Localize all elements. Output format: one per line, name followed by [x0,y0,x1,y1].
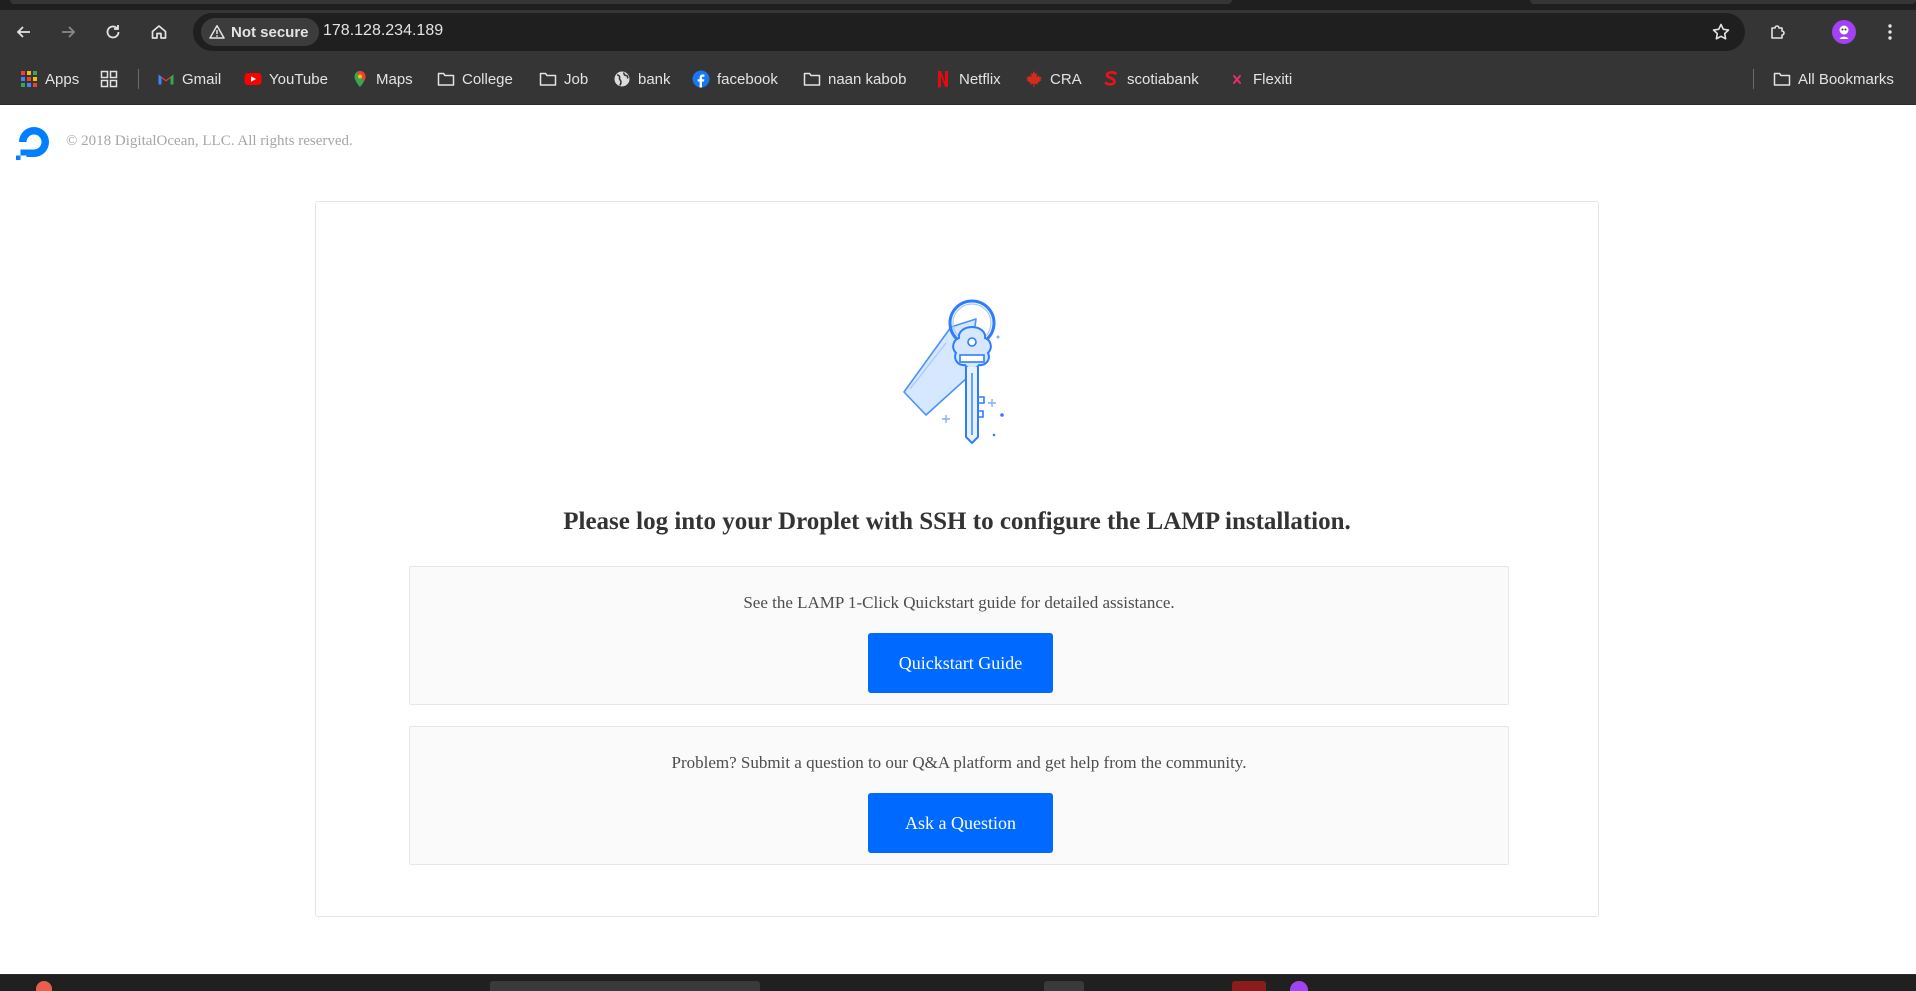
avatar-icon [1832,20,1856,44]
security-label: Not secure [231,23,309,41]
reload-icon [106,25,120,39]
bookmark-label: CRA [1050,70,1082,88]
menu-button[interactable] [1874,16,1906,48]
taskbar-active-app[interactable] [1044,981,1084,991]
bookmark-folder-naan-kabob[interactable]: naan kabob [803,65,906,93]
address-bar[interactable]: Not secure 178.128.234.189 [193,13,1745,51]
maple-leaf-icon [1026,71,1042,87]
copyright-notice: © 2018 DigitalOcean, LLC. All rights res… [66,133,353,149]
folder-icon [437,72,455,86]
apps-grid-icon [21,71,37,87]
taskbar-app-icon[interactable] [1232,981,1266,991]
active-tab[interactable] [10,0,1232,4]
bookmark-label: scotiabank [1127,70,1199,88]
bookmark-folder-job[interactable]: Job [539,65,588,93]
bookmarks-divider [138,69,139,89]
bookmark-label: facebook [717,70,778,88]
netflix-icon [938,71,948,88]
browser-toolbar: Not secure 178.128.234.189 [0,10,1916,54]
bookmark-label: Netflix [959,70,1001,88]
bookmark-bank[interactable]: bank [613,65,671,93]
bookmark-label: College [462,70,513,88]
folder-icon [803,72,821,86]
all-bookmarks-button[interactable]: All Bookmarks [1773,65,1894,93]
bookmark-flexiti[interactable]: Flexiti [1228,65,1292,93]
community-text: Problem? Submit a question to our Q&A pl… [671,753,1247,772]
home-button[interactable] [143,16,175,48]
youtube-icon [244,73,262,85]
quickstart-text: See the LAMP 1-Click Quickstart guide fo… [743,593,1175,612]
bookmark-label: Maps [376,70,413,88]
forward-button[interactable] [52,16,84,48]
globe-icon [614,71,630,87]
quickstart-guide-button[interactable]: Quickstart Guide [868,633,1053,693]
bookmark-label: Apps [45,70,80,88]
bookmark-label: bank [638,70,671,88]
security-chip[interactable]: Not secure [201,18,319,46]
arrow-left-icon [16,26,30,38]
profile-button[interactable] [1828,16,1860,48]
extensions-button[interactable] [1762,16,1794,48]
facebook-icon [692,70,710,88]
kebab-menu-icon [1888,24,1892,40]
bookmark-netflix[interactable]: Netflix [934,65,1001,93]
bookmark-label: All Bookmarks [1798,70,1894,88]
tab-groups-icon [100,70,118,88]
bookmark-facebook[interactable]: facebook [692,65,778,93]
key-tag-icon [903,299,1004,445]
bookmark-gmail[interactable]: Gmail [157,65,221,93]
bookmark-maps[interactable]: Maps [351,65,413,93]
bookmarks-bar: Apps Gmail YouTube Maps College Job bank… [0,54,1916,105]
bookmark-label: YouTube [269,70,328,88]
bookmark-cra[interactable]: CRA [1025,65,1082,93]
digitalocean-logo-icon[interactable] [15,123,53,161]
taskbar-search-box[interactable] [490,981,760,991]
tab-strip [0,0,1916,10]
os-taskbar [0,974,1916,991]
taskbar-app-icon[interactable] [36,981,52,991]
bookmark-youtube[interactable]: YouTube [244,65,328,93]
flexiti-icon [1233,75,1241,84]
bookmark-label: Job [564,70,589,88]
quickstart-panel: See the LAMP 1-Click Quickstart guide fo… [409,566,1509,705]
url-text[interactable]: 178.128.234.189 [323,22,443,40]
main-card: Please log into your Droplet with SSH to… [315,201,1599,917]
bookmark-label: naan kabob [828,70,907,88]
puzzle-icon [1771,25,1785,39]
bookmark-tab-groups[interactable] [100,65,118,93]
star-icon [1712,23,1730,40]
warning-triangle-icon [209,25,225,39]
ask-question-button[interactable]: Ask a Question [868,793,1053,853]
page-headline: Please log into your Droplet with SSH to… [563,508,1351,535]
bookmark-label: Gmail [182,70,222,88]
bookmark-label: Flexiti [1253,70,1293,88]
back-button[interactable] [8,16,40,48]
bookmark-folder-college[interactable]: College [437,65,513,93]
scotiabank-icon [1104,71,1117,86]
folder-icon [539,72,557,86]
gmail-icon [158,74,174,85]
community-panel: Problem? Submit a question to our Q&A pl… [409,726,1509,865]
bookmark-apps[interactable]: Apps [20,65,79,93]
tab[interactable] [1530,0,1916,4]
bookmark-scotiabank[interactable]: scotiabank [1102,65,1199,93]
taskbar-app-icon[interactable] [1290,981,1308,991]
arrow-right-icon [62,26,76,38]
home-icon [151,25,167,39]
maps-icon [354,71,366,87]
bookmarks-divider [1753,69,1754,89]
folder-icon [1773,72,1791,86]
reload-button[interactable] [97,16,129,48]
bookmark-star-button[interactable] [1707,18,1735,46]
